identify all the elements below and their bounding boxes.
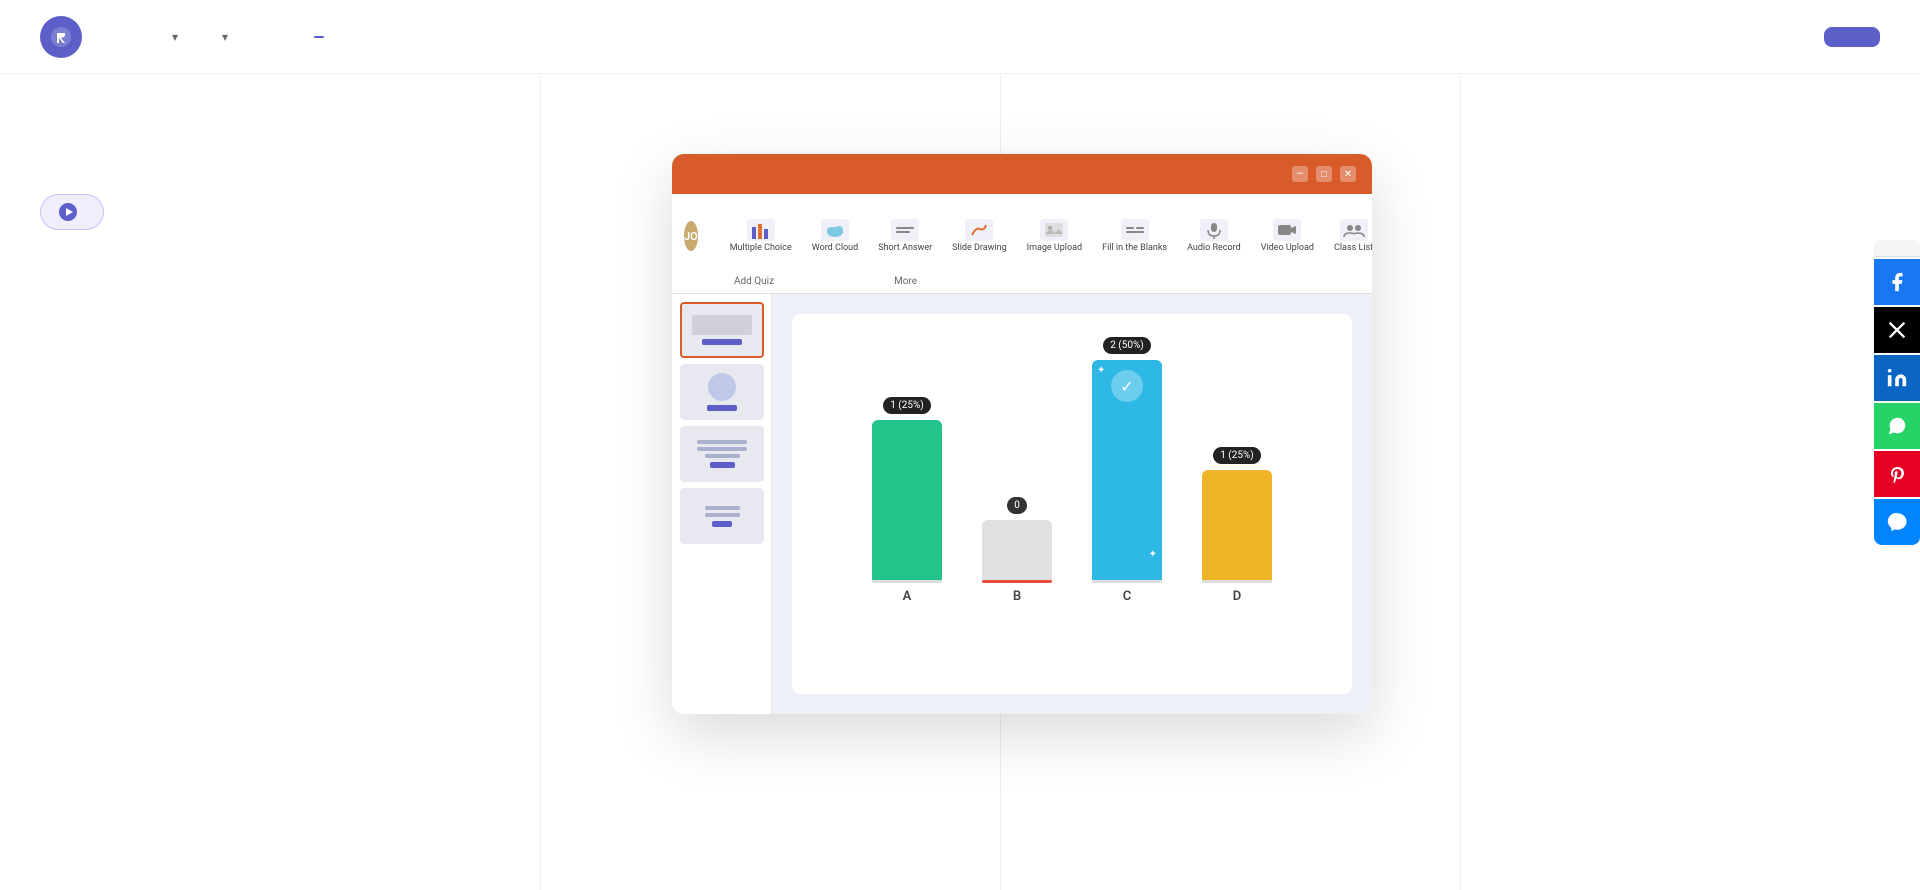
hero-left bbox=[40, 134, 104, 440]
ribbon-tool-multiple-choice[interactable]: Multiple Choice bbox=[722, 215, 800, 257]
slide-thumb-bar-4 bbox=[712, 521, 732, 527]
bar-label-b: 0 bbox=[1007, 497, 1027, 514]
bar-a bbox=[872, 420, 942, 580]
quiz-chart: 1 (25%) A 0 B bbox=[792, 314, 1352, 694]
slide-thumb-lines bbox=[697, 440, 747, 458]
bar-underline-c bbox=[1092, 580, 1162, 583]
slide-4[interactable] bbox=[680, 488, 764, 544]
bar-group-c: 2 (50%) ✓ ✦ ✦ C bbox=[1092, 337, 1162, 604]
short-answer-icon bbox=[891, 219, 919, 241]
drawing-icon bbox=[965, 219, 993, 241]
chevron-down-icon: ▾ bbox=[222, 30, 228, 44]
nav-item-product[interactable]: ▾ bbox=[152, 22, 194, 52]
slide-thumb-lines-4 bbox=[705, 506, 740, 517]
share-twitter-button[interactable] bbox=[1874, 307, 1920, 353]
bar-letter-b: B bbox=[1013, 589, 1021, 604]
class-list-icon bbox=[1340, 219, 1368, 241]
share-linkedin-button[interactable] bbox=[1874, 355, 1920, 401]
app-window: — □ ✕ JO Multiple Choice bbox=[672, 154, 1372, 714]
watch-video-button[interactable] bbox=[40, 194, 104, 230]
bar-group-b: 0 B bbox=[982, 497, 1052, 604]
bar-letter-a: A bbox=[903, 589, 912, 604]
ribbon-tool-fill-blanks[interactable]: Fill in the Blanks bbox=[1094, 215, 1175, 257]
ribbon-tools: Multiple Choice Word Cloud bbox=[722, 215, 1372, 257]
bar-c: ✓ ✦ ✦ bbox=[1092, 360, 1162, 580]
blanks-icon bbox=[1121, 219, 1149, 241]
bar-b bbox=[982, 520, 1052, 580]
hero-section: — □ ✕ JO Multiple Choice bbox=[0, 74, 1920, 890]
hero-title bbox=[40, 262, 104, 412]
bar-underline-b bbox=[982, 580, 1052, 583]
nav-item-pricing[interactable] bbox=[252, 29, 284, 45]
slide-thumb-rect bbox=[692, 315, 752, 335]
bar-letter-c: C bbox=[1123, 589, 1132, 604]
slide-thumb-bar bbox=[702, 339, 742, 345]
bar-group-a: 1 (25%) A bbox=[872, 397, 942, 604]
ribbon-tool-image-upload[interactable]: Image Upload bbox=[1019, 215, 1090, 257]
bar-underline-d bbox=[1202, 580, 1272, 583]
play-icon bbox=[59, 203, 77, 221]
bar-chart-icon bbox=[747, 219, 775, 241]
nav-item-schools[interactable] bbox=[292, 28, 340, 46]
login-link[interactable] bbox=[1784, 29, 1808, 45]
slide-panel bbox=[672, 294, 772, 714]
navbar: ▾ ▾ bbox=[0, 0, 1920, 74]
share-count bbox=[1874, 240, 1920, 257]
slide-1[interactable] bbox=[680, 302, 764, 358]
join-class-link[interactable] bbox=[1744, 29, 1768, 45]
hero-right: — □ ✕ JO Multiple Choice bbox=[104, 134, 1880, 714]
nav-links: ▾ ▾ bbox=[152, 22, 1744, 52]
share-messenger-button[interactable] bbox=[1874, 499, 1920, 545]
bar-label-c: 2 (50%) bbox=[1103, 337, 1151, 354]
chevron-down-icon: ▾ bbox=[172, 30, 178, 44]
share-sidebar bbox=[1874, 240, 1920, 545]
share-pinterest-button[interactable] bbox=[1874, 451, 1920, 497]
slide-3[interactable] bbox=[680, 426, 764, 482]
minimize-button[interactable]: — bbox=[1292, 166, 1308, 182]
ribbon-tool-word-cloud[interactable]: Word Cloud bbox=[804, 215, 866, 257]
window-titlebar: — □ ✕ bbox=[672, 154, 1372, 194]
close-button[interactable]: ✕ bbox=[1340, 166, 1356, 182]
microphone-icon bbox=[1200, 219, 1228, 241]
nav-right bbox=[1744, 27, 1880, 47]
share-facebook-button[interactable] bbox=[1874, 259, 1920, 305]
app-content: 1 (25%) A 0 B bbox=[672, 294, 1372, 714]
bar-label-d: 1 (25%) bbox=[1213, 447, 1261, 464]
ribbon-labels: Add Quiz More bbox=[684, 276, 1360, 287]
more-label: More bbox=[894, 276, 917, 287]
slide-thumb-circle bbox=[708, 373, 736, 401]
user-avatar: JO bbox=[684, 221, 698, 251]
bar-label-a: 1 (25%) bbox=[883, 397, 931, 414]
ribbon-tool-short-answer[interactable]: Short Answer bbox=[870, 215, 940, 257]
ribbon-tool-video-upload[interactable]: Video Upload bbox=[1253, 215, 1322, 257]
ribbon-tool-class-list[interactable]: Class List bbox=[1326, 215, 1372, 257]
ribbon-tool-slide-drawing[interactable]: Slide Drawing bbox=[944, 215, 1014, 257]
nav-item-resources[interactable]: ▾ bbox=[202, 22, 244, 52]
chart-bars: 1 (25%) A 0 B bbox=[812, 334, 1332, 634]
logo[interactable] bbox=[40, 16, 92, 58]
maximize-button[interactable]: □ bbox=[1316, 166, 1332, 182]
quiz-area: 1 (25%) A 0 B bbox=[772, 294, 1372, 714]
bar-group-d: 1 (25%) D bbox=[1202, 447, 1272, 604]
window-controls: — □ ✕ bbox=[1292, 166, 1356, 182]
check-icon: ✓ bbox=[1111, 370, 1143, 402]
slide-thumb-bar-2 bbox=[707, 405, 737, 411]
cloud-icon bbox=[821, 219, 849, 241]
video-icon bbox=[1273, 219, 1301, 241]
slide-2[interactable] bbox=[680, 364, 764, 420]
bar-d bbox=[1202, 470, 1272, 580]
bar-underline-a bbox=[872, 580, 942, 583]
logo-icon bbox=[40, 16, 82, 58]
ribbon-tool-audio-record[interactable]: Audio Record bbox=[1179, 215, 1249, 257]
new-badge bbox=[314, 36, 324, 38]
signup-button[interactable] bbox=[1824, 27, 1880, 47]
share-whatsapp-button[interactable] bbox=[1874, 403, 1920, 449]
bar-letter-d: D bbox=[1233, 589, 1241, 604]
ribbon: JO Multiple Choice bbox=[672, 194, 1372, 294]
image-icon bbox=[1040, 219, 1068, 241]
add-quiz-label: Add Quiz bbox=[734, 276, 774, 287]
slide-thumb-bar-3 bbox=[710, 462, 735, 468]
